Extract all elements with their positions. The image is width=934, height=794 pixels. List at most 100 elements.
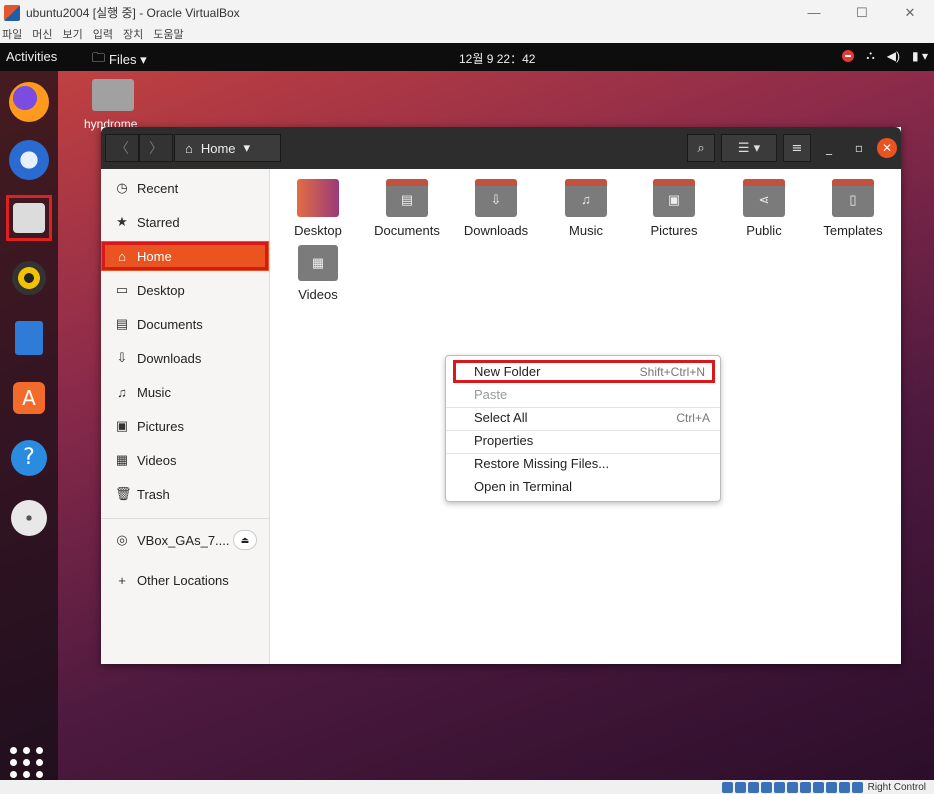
- sidebar-item-downloads[interactable]: ⇩ Downloads: [101, 343, 269, 373]
- libreoffice-writer-launcher[interactable]: [6, 315, 52, 361]
- sidebar-item-trash[interactable]: 🗑 Trash: [101, 479, 269, 509]
- usb-icon[interactable]: [773, 781, 785, 793]
- folder-downloads[interactable]: ⇩ Downloads: [456, 179, 536, 238]
- menu-input[interactable]: 입력: [93, 26, 113, 42]
- menu-item-select-all[interactable]: Select All Ctrl+A: [446, 406, 720, 429]
- desktop-home-icon[interactable]: [92, 79, 134, 111]
- sidebar-item-music[interactable]: ♫ Music: [101, 377, 269, 407]
- path-bar-home[interactable]: ⌂ Home ▾: [174, 134, 281, 162]
- sidebar-item-label: Pictures: [137, 418, 184, 434]
- clock[interactable]: 12월 9 22：42: [459, 50, 535, 67]
- firefox-icon: [9, 82, 49, 122]
- show-applications-button[interactable]: [10, 745, 44, 779]
- menu-view[interactable]: 보기: [63, 26, 83, 42]
- menu-item-properties[interactable]: Properties: [446, 429, 720, 452]
- folder-label: Pictures: [650, 223, 698, 238]
- sidebar-item-label: Other Locations: [137, 572, 229, 588]
- folder-documents[interactable]: ▤ Documents: [367, 179, 447, 238]
- dock: A ?: [0, 71, 58, 780]
- close-button[interactable]: ✕: [886, 0, 934, 25]
- sidebar-item-label: Desktop: [137, 282, 185, 298]
- sidebar-item-label: Downloads: [137, 350, 202, 366]
- display-icon[interactable]: [799, 781, 811, 793]
- sidebar-item-other-locations[interactable]: + Other Locations: [101, 565, 269, 595]
- do-not-disturb-icon[interactable]: [842, 49, 855, 62]
- sidebar-item-label: Starred: [137, 214, 180, 230]
- mouse-integration-icon[interactable]: [838, 781, 850, 793]
- menu-item-label: Properties: [474, 433, 534, 448]
- host-menubar: 파일 머신 보기 입력 장치 도움말: [0, 25, 934, 43]
- software-launcher[interactable]: A: [6, 375, 52, 421]
- shared-folder-icon[interactable]: [786, 781, 798, 793]
- videos-folder-icon: ▦: [298, 245, 338, 281]
- folder-label: Downloads: [463, 223, 529, 238]
- window-close-button[interactable]: ✕: [877, 138, 897, 158]
- menu-item-label: Select All: [474, 410, 528, 425]
- optical-drive-icon[interactable]: [734, 781, 746, 793]
- forward-button[interactable]: 〉: [139, 134, 173, 162]
- minimize-button[interactable]: —: [790, 0, 838, 25]
- recording-icon[interactable]: [812, 781, 824, 793]
- menu-machine[interactable]: 머신: [32, 26, 52, 42]
- menu-help[interactable]: 도움말: [153, 26, 183, 42]
- folder-pictures[interactable]: ▣ Pictures: [634, 179, 714, 238]
- window-minimize-button[interactable]: _: [817, 136, 841, 160]
- sidebar-item-home[interactable]: ⌂ Home: [101, 241, 269, 271]
- menu-item-paste[interactable]: Paste: [446, 383, 720, 406]
- folder-public[interactable]: ⋖ Public: [724, 179, 804, 238]
- clock-icon: ◷: [116, 180, 128, 195]
- menu-button[interactable]: ≡: [783, 134, 811, 162]
- film-icon: ▦: [115, 452, 129, 467]
- folder-music[interactable]: ♫ Music: [546, 179, 626, 238]
- folder-label: Public: [746, 223, 782, 238]
- back-button[interactable]: 〈: [105, 134, 139, 162]
- sidebar-item-drive[interactable]: ◎ VBox_GAs_7.... ⏏: [101, 525, 269, 555]
- files-app-menu-label: Files ▾: [109, 52, 147, 67]
- system-tray[interactable]: ⛬ ◀) ▮ ▾: [842, 48, 928, 63]
- star-icon: ★: [116, 214, 128, 229]
- view-toggle-button[interactable]: ☰ ▾: [721, 134, 777, 162]
- sidebar-item-recent[interactable]: ◷ Recent: [101, 173, 269, 203]
- network-adapter-icon[interactable]: [760, 781, 772, 793]
- sidebar-item-starred[interactable]: ★ Starred: [101, 207, 269, 237]
- cpu-icon[interactable]: [825, 781, 837, 793]
- eject-button[interactable]: ⏏: [233, 530, 257, 550]
- window-maximize-button[interactable]: ▫: [847, 136, 871, 160]
- menu-item-open-terminal[interactable]: Open in Terminal: [446, 475, 720, 498]
- menu-item-restore[interactable]: Restore Missing Files...: [446, 452, 720, 475]
- keyboard-icon[interactable]: [851, 781, 863, 793]
- virtualbox-icon: [4, 4, 20, 21]
- firefox-launcher[interactable]: [6, 79, 52, 125]
- sidebar-item-label: Home: [137, 248, 172, 264]
- files-launcher[interactable]: [6, 195, 52, 241]
- help-launcher[interactable]: ?: [6, 435, 52, 481]
- music-icon: ♫: [117, 384, 127, 400]
- sidebar-item-pictures[interactable]: ▣ Pictures: [101, 411, 269, 441]
- search-button[interactable]: ⌕: [687, 134, 715, 162]
- menu-item-label: New Folder: [474, 364, 541, 379]
- folder-desktop[interactable]: Desktop: [278, 179, 358, 238]
- folder-templates[interactable]: ▯ Templates: [813, 179, 893, 238]
- host-statusbar: Right Control: [0, 780, 934, 794]
- help-icon: ?: [11, 440, 47, 476]
- dvd-launcher[interactable]: [6, 495, 52, 541]
- folder-label: Music: [569, 223, 603, 238]
- sidebar-item-label: Music: [137, 384, 171, 400]
- harddisk-icon[interactable]: [721, 781, 733, 793]
- menu-file[interactable]: 파일: [2, 26, 22, 42]
- audio-icon[interactable]: [747, 781, 759, 793]
- templates-folder-icon: ▯: [832, 179, 874, 217]
- sidebar-item-desktop[interactable]: ▭ Desktop: [101, 275, 269, 305]
- menu-devices[interactable]: 장치: [123, 26, 143, 42]
- sidebar-item-documents[interactable]: ▤ Documents: [101, 309, 269, 339]
- activities-button[interactable]: Activities: [6, 49, 57, 64]
- files-app-menu[interactable]: 🗀 Files ▾: [92, 49, 147, 71]
- maximize-button[interactable]: ☐: [838, 0, 886, 25]
- guest-screen: Activities 🗀 Files ▾ 12월 9 22：42 ⛬ ◀) ▮ …: [0, 43, 934, 780]
- thunderbird-launcher[interactable]: [6, 137, 52, 183]
- folder-videos[interactable]: ▦ Videos: [278, 245, 358, 302]
- rhythmbox-launcher[interactable]: [6, 255, 52, 301]
- menu-item-new-folder[interactable]: New Folder Shift+Ctrl+N: [453, 360, 715, 383]
- sidebar-item-videos[interactable]: ▦ Videos: [101, 445, 269, 475]
- rhythmbox-icon: [12, 261, 46, 295]
